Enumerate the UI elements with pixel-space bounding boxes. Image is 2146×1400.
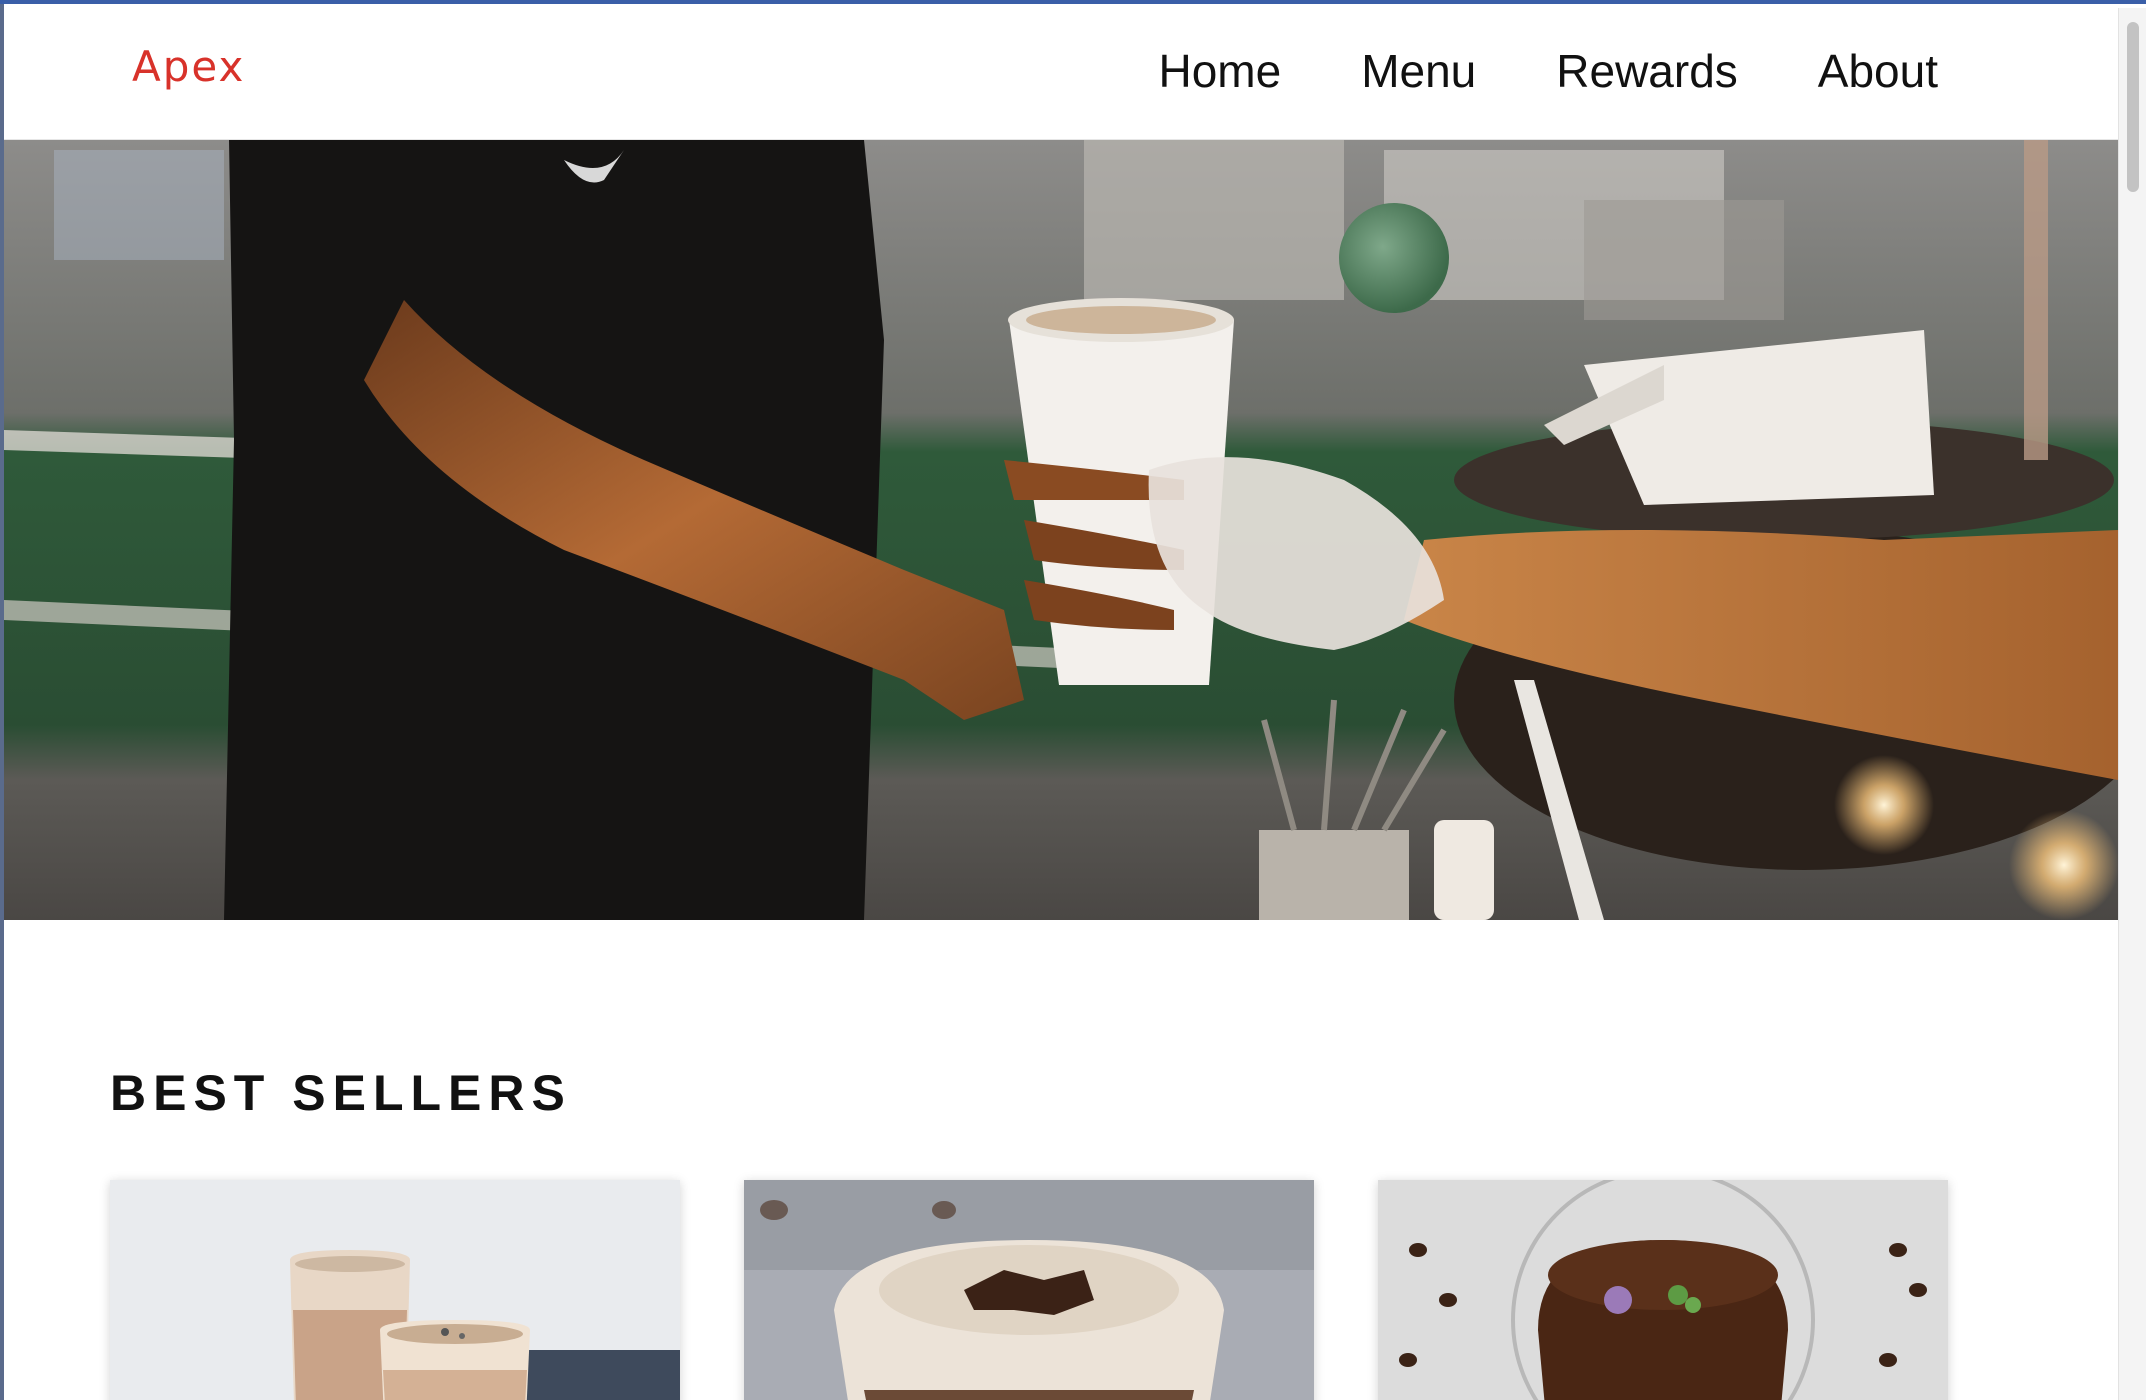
best-sellers-cards	[110, 1180, 1948, 1400]
nav-home-link[interactable]: Home	[1158, 48, 1281, 94]
nav-menu-link[interactable]: Menu	[1361, 48, 1476, 94]
hero-image	[4, 140, 2118, 920]
brand-logo[interactable]: Apex	[132, 46, 245, 88]
page-scrollbar[interactable]	[2118, 8, 2146, 1400]
chocolate-shake-photo	[744, 1180, 1314, 1400]
smoothie-photo	[110, 1180, 680, 1400]
product-card[interactable]	[110, 1180, 680, 1400]
chocolate-pudding-photo	[1378, 1180, 1948, 1400]
main-nav: Home Menu Rewards About	[1158, 48, 1938, 94]
product-card[interactable]	[744, 1180, 1314, 1400]
best-sellers-heading: BEST SELLERS	[110, 1065, 572, 1121]
browser-viewport: Apex Home Menu Rewards About BEST SELLER…	[0, 0, 2146, 1400]
product-card[interactable]	[1378, 1180, 1948, 1400]
nav-rewards-link[interactable]: Rewards	[1556, 48, 1738, 94]
site-header: Apex Home Menu Rewards About	[4, 4, 2118, 140]
scrollbar-thumb[interactable]	[2127, 22, 2139, 192]
nav-about-link[interactable]: About	[1818, 48, 1938, 94]
